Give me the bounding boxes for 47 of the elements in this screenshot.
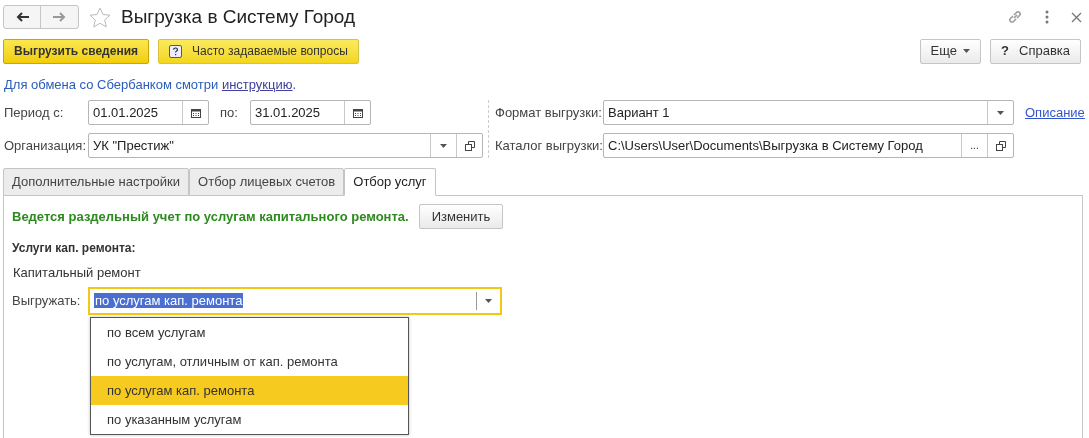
dropdown-option[interactable]: по услугам кап. ремонта: [91, 376, 408, 405]
organization-label: Организация:: [4, 136, 88, 155]
window-title: Выгрузка в Систему Город: [121, 4, 356, 29]
period-from-label: Период с:: [4, 103, 65, 122]
caret-icon: [440, 143, 447, 148]
change-button[interactable]: Изменить: [418, 204, 504, 229]
arrow-right-icon: [53, 12, 66, 22]
open-icon: [995, 140, 1006, 151]
link-icon[interactable]: [1007, 9, 1023, 25]
more-icon[interactable]: [1045, 10, 1049, 24]
caret-icon: [963, 49, 971, 53]
date-to-field[interactable]: 31.01.2025: [250, 100, 371, 125]
accounting-message: Ведется раздельный учет по услугам капитального ремонта.: [12, 207, 409, 226]
catalog-field[interactable]: C:\Users\User\Documents\Выгрузка в Систему Город ...: [603, 133, 1014, 158]
description-link[interactable]: Описание: [1025, 102, 1085, 123]
caret-icon: [485, 298, 492, 303]
format-field[interactable]: Вариант 1: [603, 100, 1014, 125]
catalog-label: Каталог выгрузки:: [495, 136, 603, 155]
tab[interactable]: Отбор услуг: [344, 168, 436, 196]
organization-field[interactable]: УК "Престиж": [88, 133, 483, 158]
dropdown-option[interactable]: по указанным услугам: [91, 405, 408, 434]
dropdown-option[interactable]: по всем услугам: [91, 318, 408, 347]
service-text: Капитальный ремонт: [13, 264, 142, 282]
export-button[interactable]: Выгрузить сведения: [3, 38, 149, 64]
services-label: Услуги кап. ремонта:: [12, 240, 137, 257]
more-button[interactable]: Еще: [919, 38, 982, 64]
date-from-field[interactable]: 01.01.2025: [88, 100, 209, 125]
tab[interactable]: Дополнительные настройки: [3, 168, 190, 196]
calendar-icon: [190, 107, 201, 118]
arrow-left-icon: [15, 12, 29, 22]
close-icon[interactable]: [1071, 11, 1082, 23]
export-mode-field[interactable]: по услугам кап. ремонта: [88, 286, 502, 315]
help-icon: [169, 44, 182, 58]
question-mark: ?: [1001, 42, 1009, 61]
calendar-icon: [352, 107, 363, 118]
tab[interactable]: Отбор лицевых счетов: [189, 168, 345, 196]
format-label: Формат выгрузки:: [495, 103, 603, 122]
instruction-link[interactable]: инструкцию: [221, 77, 293, 93]
star-icon[interactable]: [89, 6, 111, 28]
caret-icon: [997, 110, 1004, 115]
faq-button[interactable]: Часто задаваемые вопросы: [158, 38, 359, 64]
export-label: Выгружать:: [12, 291, 82, 310]
dropdown-option[interactable]: по услугам, отличным от кап. ремонта: [91, 347, 408, 376]
open-icon: [464, 140, 475, 151]
notice-text: Для обмена со Сбербанком смотри инструкцию.: [4, 76, 297, 95]
period-to-label: по:: [220, 103, 239, 122]
help-button[interactable]: ? Справка: [990, 38, 1081, 64]
